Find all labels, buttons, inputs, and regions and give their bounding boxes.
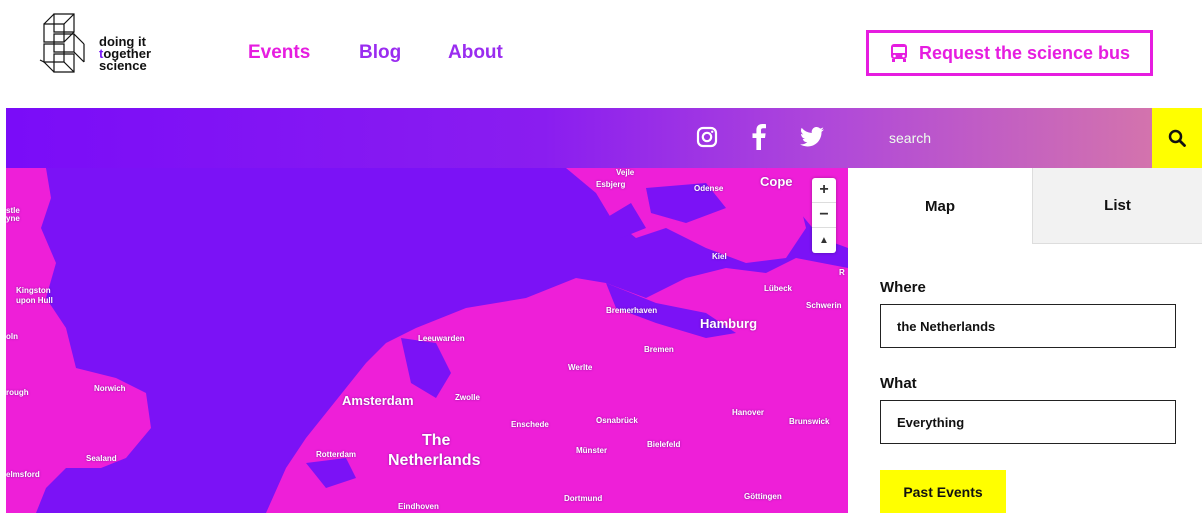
- search-icon: [1168, 129, 1186, 147]
- social-links: [696, 124, 824, 150]
- request-bus-button[interactable]: Request the science bus: [866, 30, 1153, 76]
- map-label-elmsford: elmsford: [6, 470, 40, 479]
- map-label-osnabruck: Osnabrück: [596, 416, 638, 425]
- logo[interactable]: doing it together science: [38, 10, 178, 80]
- map-label-kiel: Kiel: [712, 252, 727, 261]
- nav-blog[interactable]: Blog: [359, 42, 401, 64]
- map-label-kingston: Kingston: [16, 286, 51, 295]
- social-search-band: search: [6, 108, 1202, 168]
- map-label-enschede: Enschede: [511, 420, 549, 429]
- map-label-eindhoven: Eindhoven: [398, 502, 439, 511]
- where-field[interactable]: the Netherlands: [880, 304, 1176, 348]
- where-label: Where: [880, 279, 926, 296]
- map-label-werlte: Werlte: [568, 363, 593, 372]
- map-label-bremen: Bremen: [644, 345, 674, 354]
- cube-logo-icon: [39, 13, 85, 73]
- search-button[interactable]: [1152, 108, 1202, 168]
- nav-about[interactable]: About: [448, 42, 503, 64]
- map-label-bremerhaven: Bremerhaven: [606, 306, 658, 315]
- map-label-sealand: Sealand: [86, 454, 117, 463]
- nav-events[interactable]: Events: [248, 42, 310, 64]
- map-label-schwerin: Schwerin: [806, 301, 842, 310]
- zoom-in-button[interactable]: +: [812, 178, 836, 203]
- map-label-brunswick: Brunswick: [789, 417, 830, 426]
- map-label-zwolle: Zwolle: [455, 393, 480, 402]
- what-label: What: [880, 375, 917, 392]
- site-header: doing it together science Events Blog Ab…: [0, 0, 1202, 108]
- zoom-out-button[interactable]: −: [812, 203, 836, 228]
- logo-text: doing it together science: [99, 35, 151, 73]
- map-label-munster: Münster: [576, 446, 608, 455]
- map-label-gottingen: Göttingen: [744, 492, 782, 501]
- map-label-yne: yne: [6, 214, 20, 223]
- map-zoom-controls: + − ▲: [812, 178, 836, 253]
- reset-north-button[interactable]: ▲: [812, 228, 836, 253]
- map-label-lubeck: Lübeck: [764, 284, 793, 293]
- request-bus-label: Request the science bus: [918, 42, 1131, 63]
- map-label-upon-hull: upon Hull: [16, 296, 53, 305]
- instagram-icon[interactable]: [696, 126, 718, 148]
- map-label-leeuwarden: Leeuwarden: [418, 334, 465, 343]
- map-label-the: The: [422, 432, 451, 449]
- map-label-esbjerg: Esbjerg: [596, 180, 626, 189]
- map-label-hanover: Hanover: [732, 408, 765, 417]
- facebook-icon[interactable]: [752, 124, 766, 150]
- map-label-bielefeld: Bielefeld: [647, 440, 681, 449]
- events-map[interactable]: Esbjerg Vejle Odense Cope Kiel Lübeck Sc…: [6, 168, 848, 513]
- map-label-copenhagen: Cope: [760, 174, 793, 189]
- twitter-icon[interactable]: [800, 127, 824, 147]
- tab-map[interactable]: Map: [848, 168, 1032, 244]
- map-label-rotterdam: Rotterdam: [316, 450, 357, 459]
- map-label-amsterdam: Amsterdam: [342, 393, 414, 408]
- past-events-button[interactable]: Past Events: [880, 470, 1006, 513]
- map-label-dortmund: Dortmund: [564, 494, 603, 503]
- map-label-rough: rough: [6, 388, 29, 397]
- filter-sidebar: Map List Where the Netherlands What Ever…: [848, 168, 1202, 513]
- map-label-vejle: Vejle: [616, 168, 635, 177]
- logo-line-3: science: [99, 58, 147, 73]
- map-label-norwich: Norwich: [94, 384, 126, 393]
- search-input[interactable]: search: [869, 108, 1152, 168]
- map-label-hamburg: Hamburg: [700, 316, 758, 331]
- what-field[interactable]: Everything: [880, 400, 1176, 444]
- map-label-r: R: [839, 268, 845, 277]
- map-label-netherlands: Netherlands: [388, 452, 481, 469]
- map-label-oln: oln: [6, 332, 18, 341]
- bus-icon: [890, 44, 907, 62]
- tab-list[interactable]: List: [1032, 168, 1202, 244]
- map-label-odense: Odense: [694, 184, 724, 193]
